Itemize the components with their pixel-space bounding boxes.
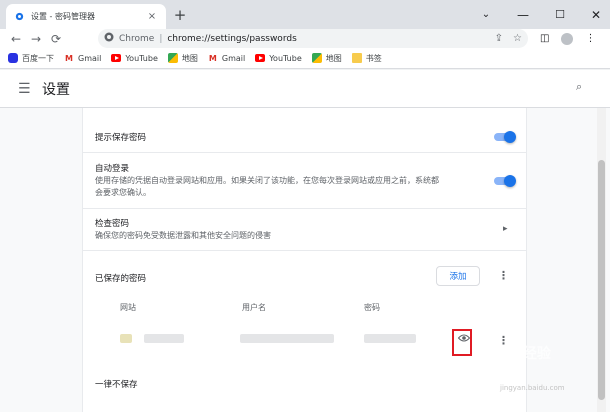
url-text[interactable]: chrome://settings/passwords — [167, 34, 296, 44]
password-masked — [364, 334, 416, 343]
page-title: 设置 — [42, 81, 70, 98]
column-header-password: 密码 — [364, 303, 380, 312]
maps-icon — [311, 53, 322, 63]
site-favicon-blurred — [120, 334, 132, 343]
baidu-watermark: Baidu经验 — [478, 346, 551, 362]
baidu-watermark-url: jingyan.baidu.com — [500, 384, 565, 392]
never-saved-header: 一律不保存 — [95, 378, 515, 390]
search-icon[interactable]: ⌕ — [576, 80, 582, 94]
share-icon[interactable]: ⇪ — [495, 33, 503, 44]
omnibox-actions: ⇪ ☆ — [495, 29, 522, 48]
new-tab-button[interactable]: + — [172, 6, 188, 24]
bookmark-item[interactable]: 百度一下 — [8, 53, 54, 64]
bookmark-label: YouTube — [269, 53, 302, 63]
profile-avatar[interactable] — [561, 32, 574, 45]
url-scheme: Chrome — [119, 33, 155, 44]
divider — [82, 250, 527, 251]
youtube-icon — [111, 53, 122, 63]
address-bar[interactable]: Chrome | chrome://settings/passwords ⇪ ☆ — [98, 29, 528, 48]
bookmark-label: Gmail — [221, 53, 246, 63]
check-passwords-description: 确保您的密码免受数据泄露和其他安全问题的侵害 — [95, 231, 271, 240]
forward-button[interactable]: → — [26, 32, 46, 46]
folder-icon — [351, 53, 362, 63]
tab-title: 设置 - 密码管理器 — [31, 12, 95, 21]
bookmark-folder[interactable]: 书签 — [351, 53, 382, 64]
column-header-website: 网站 — [120, 303, 136, 312]
divider — [82, 208, 527, 209]
close-window-button[interactable]: ✕ — [578, 0, 610, 29]
maps-icon — [167, 53, 178, 63]
gmail-icon: M — [65, 53, 73, 63]
check-passwords-row[interactable]: 检查密码 确保您的密码免受数据泄露和其他安全问题的侵害 — [95, 217, 515, 242]
scrollbar-thumb[interactable] — [598, 160, 605, 400]
offer-save-label: 提示保存密码 — [95, 133, 147, 143]
bookmark-item[interactable]: M Gmail — [64, 53, 101, 63]
bookmark-label: 地图 — [325, 53, 342, 63]
bookmark-label: YouTube — [125, 53, 158, 63]
saved-passwords-menu-icon[interactable]: ⋮ — [498, 269, 509, 282]
bookmarks-bar: 百度一下 M Gmail YouTube 地图 M Gmail YouTube … — [0, 48, 610, 69]
bookmark-item[interactable]: YouTube — [255, 53, 302, 63]
tab-settings-passwords[interactable]: 设置 - 密码管理器 × — [6, 4, 166, 29]
bookmark-label: 百度一下 — [22, 53, 54, 63]
bookmark-label: Gmail — [78, 53, 102, 63]
bookmark-item[interactable]: 地图 — [311, 53, 342, 64]
auto-signin-description: 使用存储的凭据自动登录网站和应用。如果关闭了该功能，在您每次登录网站或应用之前，… — [95, 176, 439, 197]
site-name-blurred — [144, 334, 184, 343]
url-separator: | — [159, 33, 163, 44]
offer-save-row[interactable]: 提示保存密码 — [95, 131, 515, 143]
passwords-card — [82, 108, 527, 412]
hamburger-menu-icon[interactable]: ☰ — [18, 81, 34, 97]
auto-signin-label: 自动登录 — [95, 164, 130, 174]
back-button[interactable]: ← — [6, 32, 26, 46]
toolbar-right: ◫ ⋮ — [540, 29, 595, 48]
tab-strip: 设置 - 密码管理器 × + ⌄ — ☐ ✕ — [0, 0, 610, 29]
maximize-button[interactable]: ☐ — [542, 0, 578, 29]
tab-search-chevron-icon[interactable]: ⌄ — [468, 0, 504, 29]
side-panel-icon[interactable]: ◫ — [540, 33, 549, 44]
add-password-button[interactable]: 添加 — [436, 266, 480, 286]
check-passwords-label: 检查密码 — [95, 219, 130, 229]
youtube-icon — [255, 53, 266, 63]
divider — [82, 152, 527, 153]
column-header-username: 用户名 — [242, 303, 266, 312]
username-blurred — [240, 334, 334, 343]
tab-close-icon[interactable]: × — [146, 11, 158, 22]
settings-header: ☰ 设置 — [0, 70, 610, 108]
menu-kebab-icon[interactable]: ⋮ — [585, 33, 595, 44]
minimize-button[interactable]: — — [505, 0, 541, 29]
bookmark-item[interactable]: M Gmail — [208, 53, 245, 63]
baidu-icon — [8, 53, 18, 63]
bookmark-item[interactable]: 地图 — [167, 53, 198, 64]
bookmark-star-icon[interactable]: ☆ — [513, 33, 522, 44]
auto-signin-row[interactable]: 自动登录 使用存储的凭据自动登录网站和应用。如果关闭了该功能，在您每次登录网站或… — [95, 162, 445, 199]
never-saved-title: 一律不保存 — [95, 380, 138, 390]
chrome-logo-icon — [104, 32, 114, 45]
bookmark-label: 书签 — [365, 53, 382, 63]
show-password-eye-icon[interactable] — [457, 334, 471, 342]
offer-save-toggle[interactable] — [494, 131, 516, 143]
browser-window: 设置 - 密码管理器 × + ⌄ — ☐ ✕ ← → ⟳ Chrome | ch… — [0, 0, 610, 412]
bookmark-item[interactable]: YouTube — [111, 53, 158, 63]
reload-button[interactable]: ⟳ — [46, 32, 66, 46]
chevron-right-icon[interactable]: ▸ — [503, 224, 508, 234]
gmail-icon: M — [208, 53, 217, 63]
auto-signin-toggle[interactable] — [494, 175, 516, 187]
settings-gear-icon — [14, 11, 25, 22]
bookmark-label: 地图 — [181, 53, 198, 63]
